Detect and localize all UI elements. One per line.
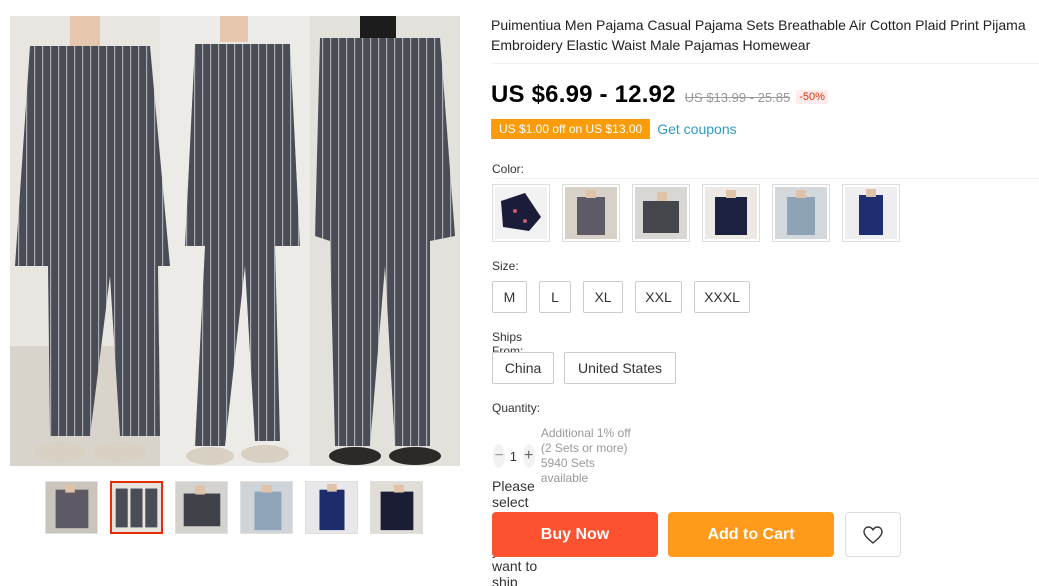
color-swatch-navy-print[interactable] [492, 184, 550, 242]
add-to-cart-button[interactable]: Add to Cart [668, 512, 834, 557]
product-info: Puimentiua Men Pajama Casual Pajama Sets… [488, 15, 1039, 139]
thumbnail[interactable] [45, 481, 98, 534]
thumbnail-selected[interactable] [110, 481, 163, 534]
get-coupons-link[interactable]: Get coupons [657, 121, 736, 137]
color-swatch-light-blue[interactable] [772, 184, 830, 242]
quantity-note: Additional 1% off (2 Sets or more) 5940 … [541, 426, 633, 486]
color-swatch-navy[interactable] [702, 184, 760, 242]
bulk-discount-note: Additional 1% off (2 Sets or more) [540, 426, 631, 455]
stock-available: 5940 Sets available [540, 456, 595, 485]
ships-from-china[interactable]: China [492, 352, 554, 384]
thumbnail[interactable] [305, 481, 358, 534]
quantity-decrease-button[interactable]: − [493, 444, 506, 468]
coupon-row: US $1.00 off on US $13.00 Get coupons [488, 119, 1039, 139]
divider [491, 63, 1039, 64]
main-product-image[interactable] [10, 16, 460, 466]
coupon-badge: US $1.00 off on US $13.00 [488, 119, 653, 139]
size-options: M L XL XXL XXXL [492, 281, 750, 313]
ships-from-united-states[interactable]: United States [564, 352, 676, 384]
quantity-value[interactable]: 1 [505, 449, 521, 464]
buy-now-button[interactable]: Buy Now [492, 512, 658, 557]
size-option-l[interactable]: L [539, 281, 571, 313]
quantity-label: Quantity: [492, 401, 541, 415]
size-option-xxl[interactable]: XXL [635, 281, 682, 313]
size-option-xxxl[interactable]: XXXL [694, 281, 750, 313]
discount-badge: -50% [796, 90, 828, 104]
heart-icon [863, 525, 883, 544]
color-swatch-dark-grey[interactable] [632, 184, 690, 242]
size-option-xl[interactable]: XL [583, 281, 623, 313]
thumbnail[interactable] [370, 481, 423, 534]
wishlist-button[interactable] [845, 512, 901, 557]
original-price: US $13.99 - 25.85 [684, 90, 791, 105]
product-photo [10, 16, 460, 466]
product-title: Puimentiua Men Pajama Casual Pajama Sets… [491, 17, 1026, 53]
color-label: Color: [492, 162, 525, 176]
quantity-stepper: − 1 + Additional 1% off (2 Sets or more)… [492, 426, 633, 486]
size-label: Size: [492, 259, 519, 273]
thumbnail[interactable] [175, 481, 228, 534]
quantity-increase-button[interactable]: + [522, 444, 535, 468]
size-option-m[interactable]: M [492, 281, 527, 313]
color-swatches [492, 184, 900, 242]
current-price: US $6.99 - 12.92 [491, 81, 676, 108]
color-swatch-grey-plaid[interactable] [562, 184, 620, 242]
thumbnail[interactable] [240, 481, 293, 534]
action-buttons: Buy Now Add to Cart [492, 512, 901, 557]
ships-from-options: China United States [492, 352, 676, 384]
price-row: US $6.99 - 12.92 US $13.99 - 25.85 -50% [491, 81, 1039, 109]
thumbnail-strip [45, 481, 423, 534]
divider [491, 178, 1039, 179]
color-swatch-navy-pattern[interactable] [842, 184, 900, 242]
